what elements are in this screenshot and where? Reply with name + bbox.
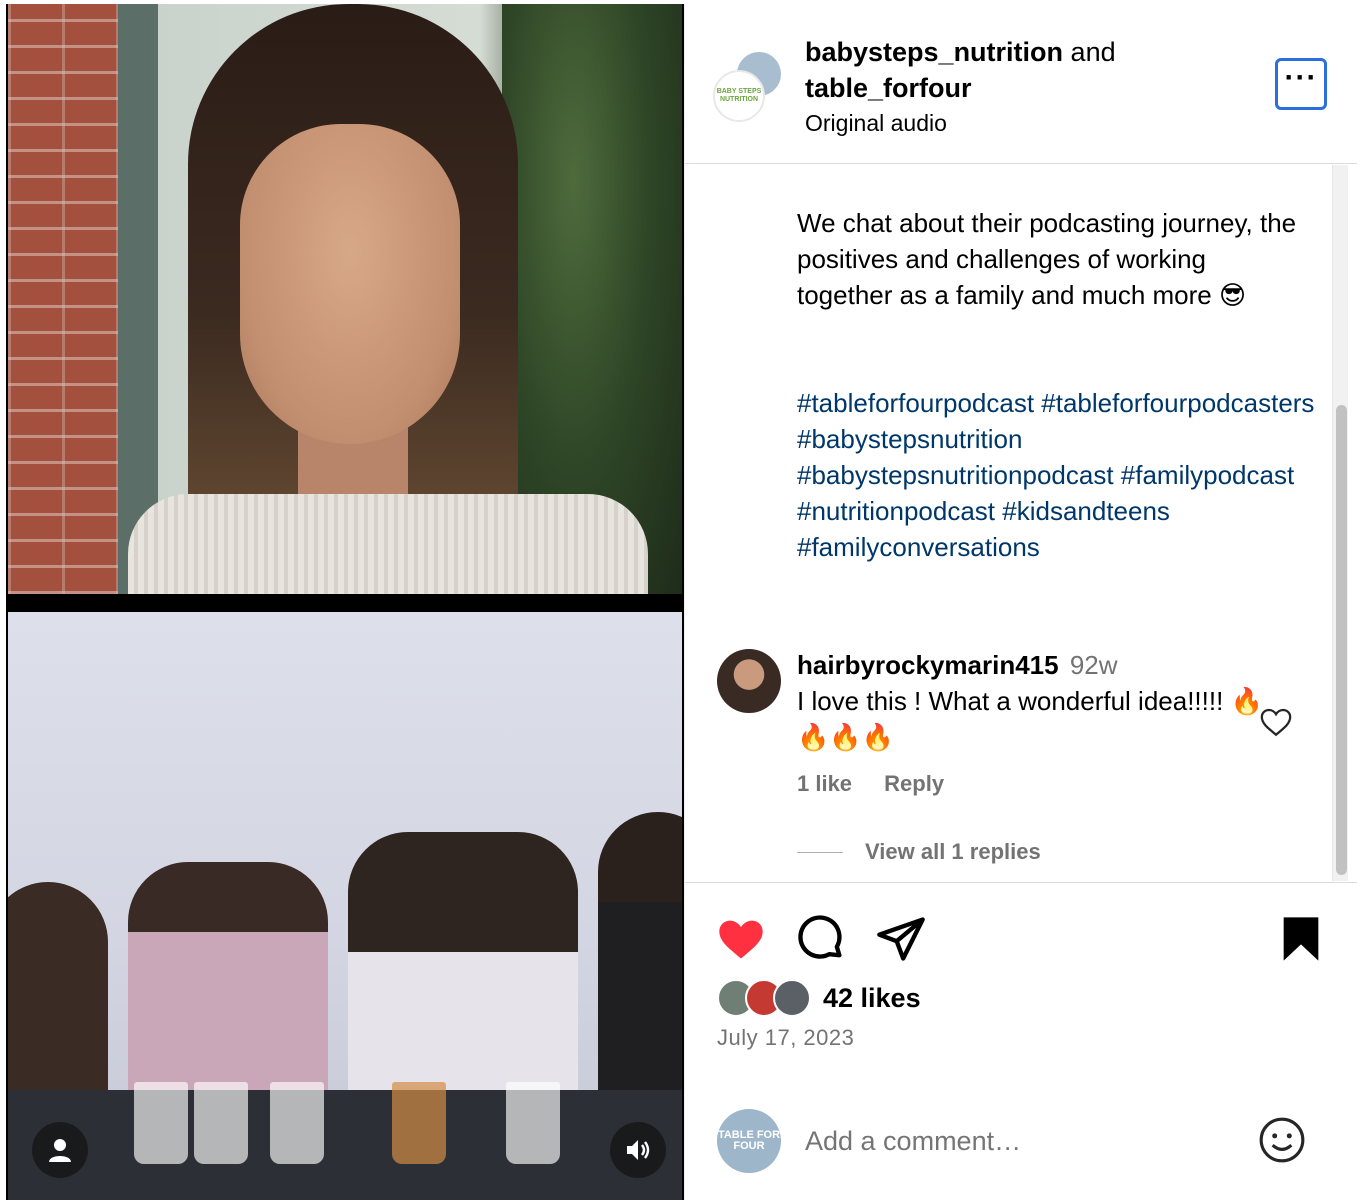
cup: [134, 1082, 188, 1164]
avatar: TABLE FOR FOUR: [717, 1109, 781, 1173]
view-replies-button[interactable]: View all 1 replies: [797, 839, 1041, 865]
divider: [797, 851, 843, 853]
scrollbar-thumb[interactable]: [1336, 405, 1347, 875]
scrollbar[interactable]: [1332, 165, 1348, 881]
podcast-table: [8, 1090, 682, 1200]
podcaster-1: [8, 882, 108, 1112]
comment-icon[interactable]: [795, 913, 847, 965]
avatar-logo-text: TABLE FOR FOUR: [717, 1129, 781, 1152]
post-date[interactable]: July 17, 2023: [717, 1025, 854, 1051]
author-link[interactable]: babysteps_nutrition: [805, 37, 1063, 67]
post-caption: We chat about their podcasting journey, …: [797, 208, 1297, 310]
cup: [194, 1082, 248, 1164]
reply-button[interactable]: Reply: [884, 771, 944, 796]
cup: [270, 1082, 324, 1164]
view-replies-label: View all 1 replies: [865, 839, 1041, 864]
post-authors: babysteps_nutrition and table_forfour Or…: [805, 34, 1116, 140]
avatar-logo-text: BABY STEPS NUTRITION: [716, 88, 762, 103]
comment-username[interactable]: hairbyrockymarin415: [797, 650, 1059, 680]
speaker-face: [240, 124, 460, 444]
more-options-button[interactable]: ···: [1275, 58, 1327, 110]
post-panel: BABY STEPS NUTRITION babysteps_nutrition…: [684, 4, 1357, 1200]
post-media[interactable]: [6, 4, 684, 1200]
share-icon[interactable]: [875, 913, 927, 965]
podcaster-3: [348, 832, 578, 1122]
comment-composer: TABLE FOR FOUR: [685, 1099, 1357, 1200]
avatar[interactable]: [717, 649, 781, 713]
video-top-speaker: [8, 4, 682, 594]
emoji-icon[interactable]: [1257, 1115, 1307, 1165]
heart-filled-icon[interactable]: [715, 913, 767, 965]
brick-wall: [8, 4, 118, 594]
heart-outline-icon[interactable]: [1259, 705, 1293, 739]
comment-likes[interactable]: 1 like: [797, 771, 852, 796]
user-icon: [49, 1139, 71, 1162]
author-conjunction: and: [1070, 37, 1116, 67]
speaker-top: [128, 494, 648, 594]
comment-input[interactable]: [805, 1119, 1225, 1163]
podcaster-2: [128, 862, 328, 1112]
comment-timestamp[interactable]: 92w: [1070, 650, 1118, 680]
cup: [392, 1082, 446, 1164]
more-icon: ···: [1284, 61, 1318, 94]
comments-scroll-area[interactable]: We chat about their podcasting journey, …: [685, 165, 1357, 881]
comment-text: I love this ! What a wonderful idea!!!!!…: [797, 686, 1263, 752]
likes-summary[interactable]: 42 likes: [717, 979, 921, 1017]
avatar: BABY STEPS NUTRITION: [713, 70, 765, 122]
post-actions: 42 likes July 17, 2023 TABLE FOR FOUR: [685, 882, 1357, 1200]
collab-avatars[interactable]: BABY STEPS NUTRITION: [713, 50, 785, 122]
audio-link[interactable]: Original audio: [805, 106, 1116, 140]
post-header: BABY STEPS NUTRITION babysteps_nutrition…: [685, 4, 1357, 164]
avatar: [773, 979, 811, 1017]
collaborator-link[interactable]: table_forfour: [805, 73, 972, 103]
tagged-users-button[interactable]: [32, 1122, 88, 1178]
speaker-icon: [627, 1140, 650, 1160]
comment-meta: 1 like Reply: [797, 771, 970, 797]
bookmark-filled-icon[interactable]: [1275, 913, 1327, 965]
likes-count[interactable]: 42 likes: [823, 983, 921, 1014]
video-bottom-podcast: [8, 612, 682, 1200]
mute-toggle-button[interactable]: [610, 1122, 666, 1178]
caption-hashtags[interactable]: #tableforfourpodcast #tableforfourpodcas…: [797, 385, 1317, 565]
cup: [506, 1082, 560, 1164]
comment-body: hairbyrockymarin415 92w I love this ! Wh…: [797, 647, 1267, 755]
podcaster-4: [598, 812, 682, 1112]
